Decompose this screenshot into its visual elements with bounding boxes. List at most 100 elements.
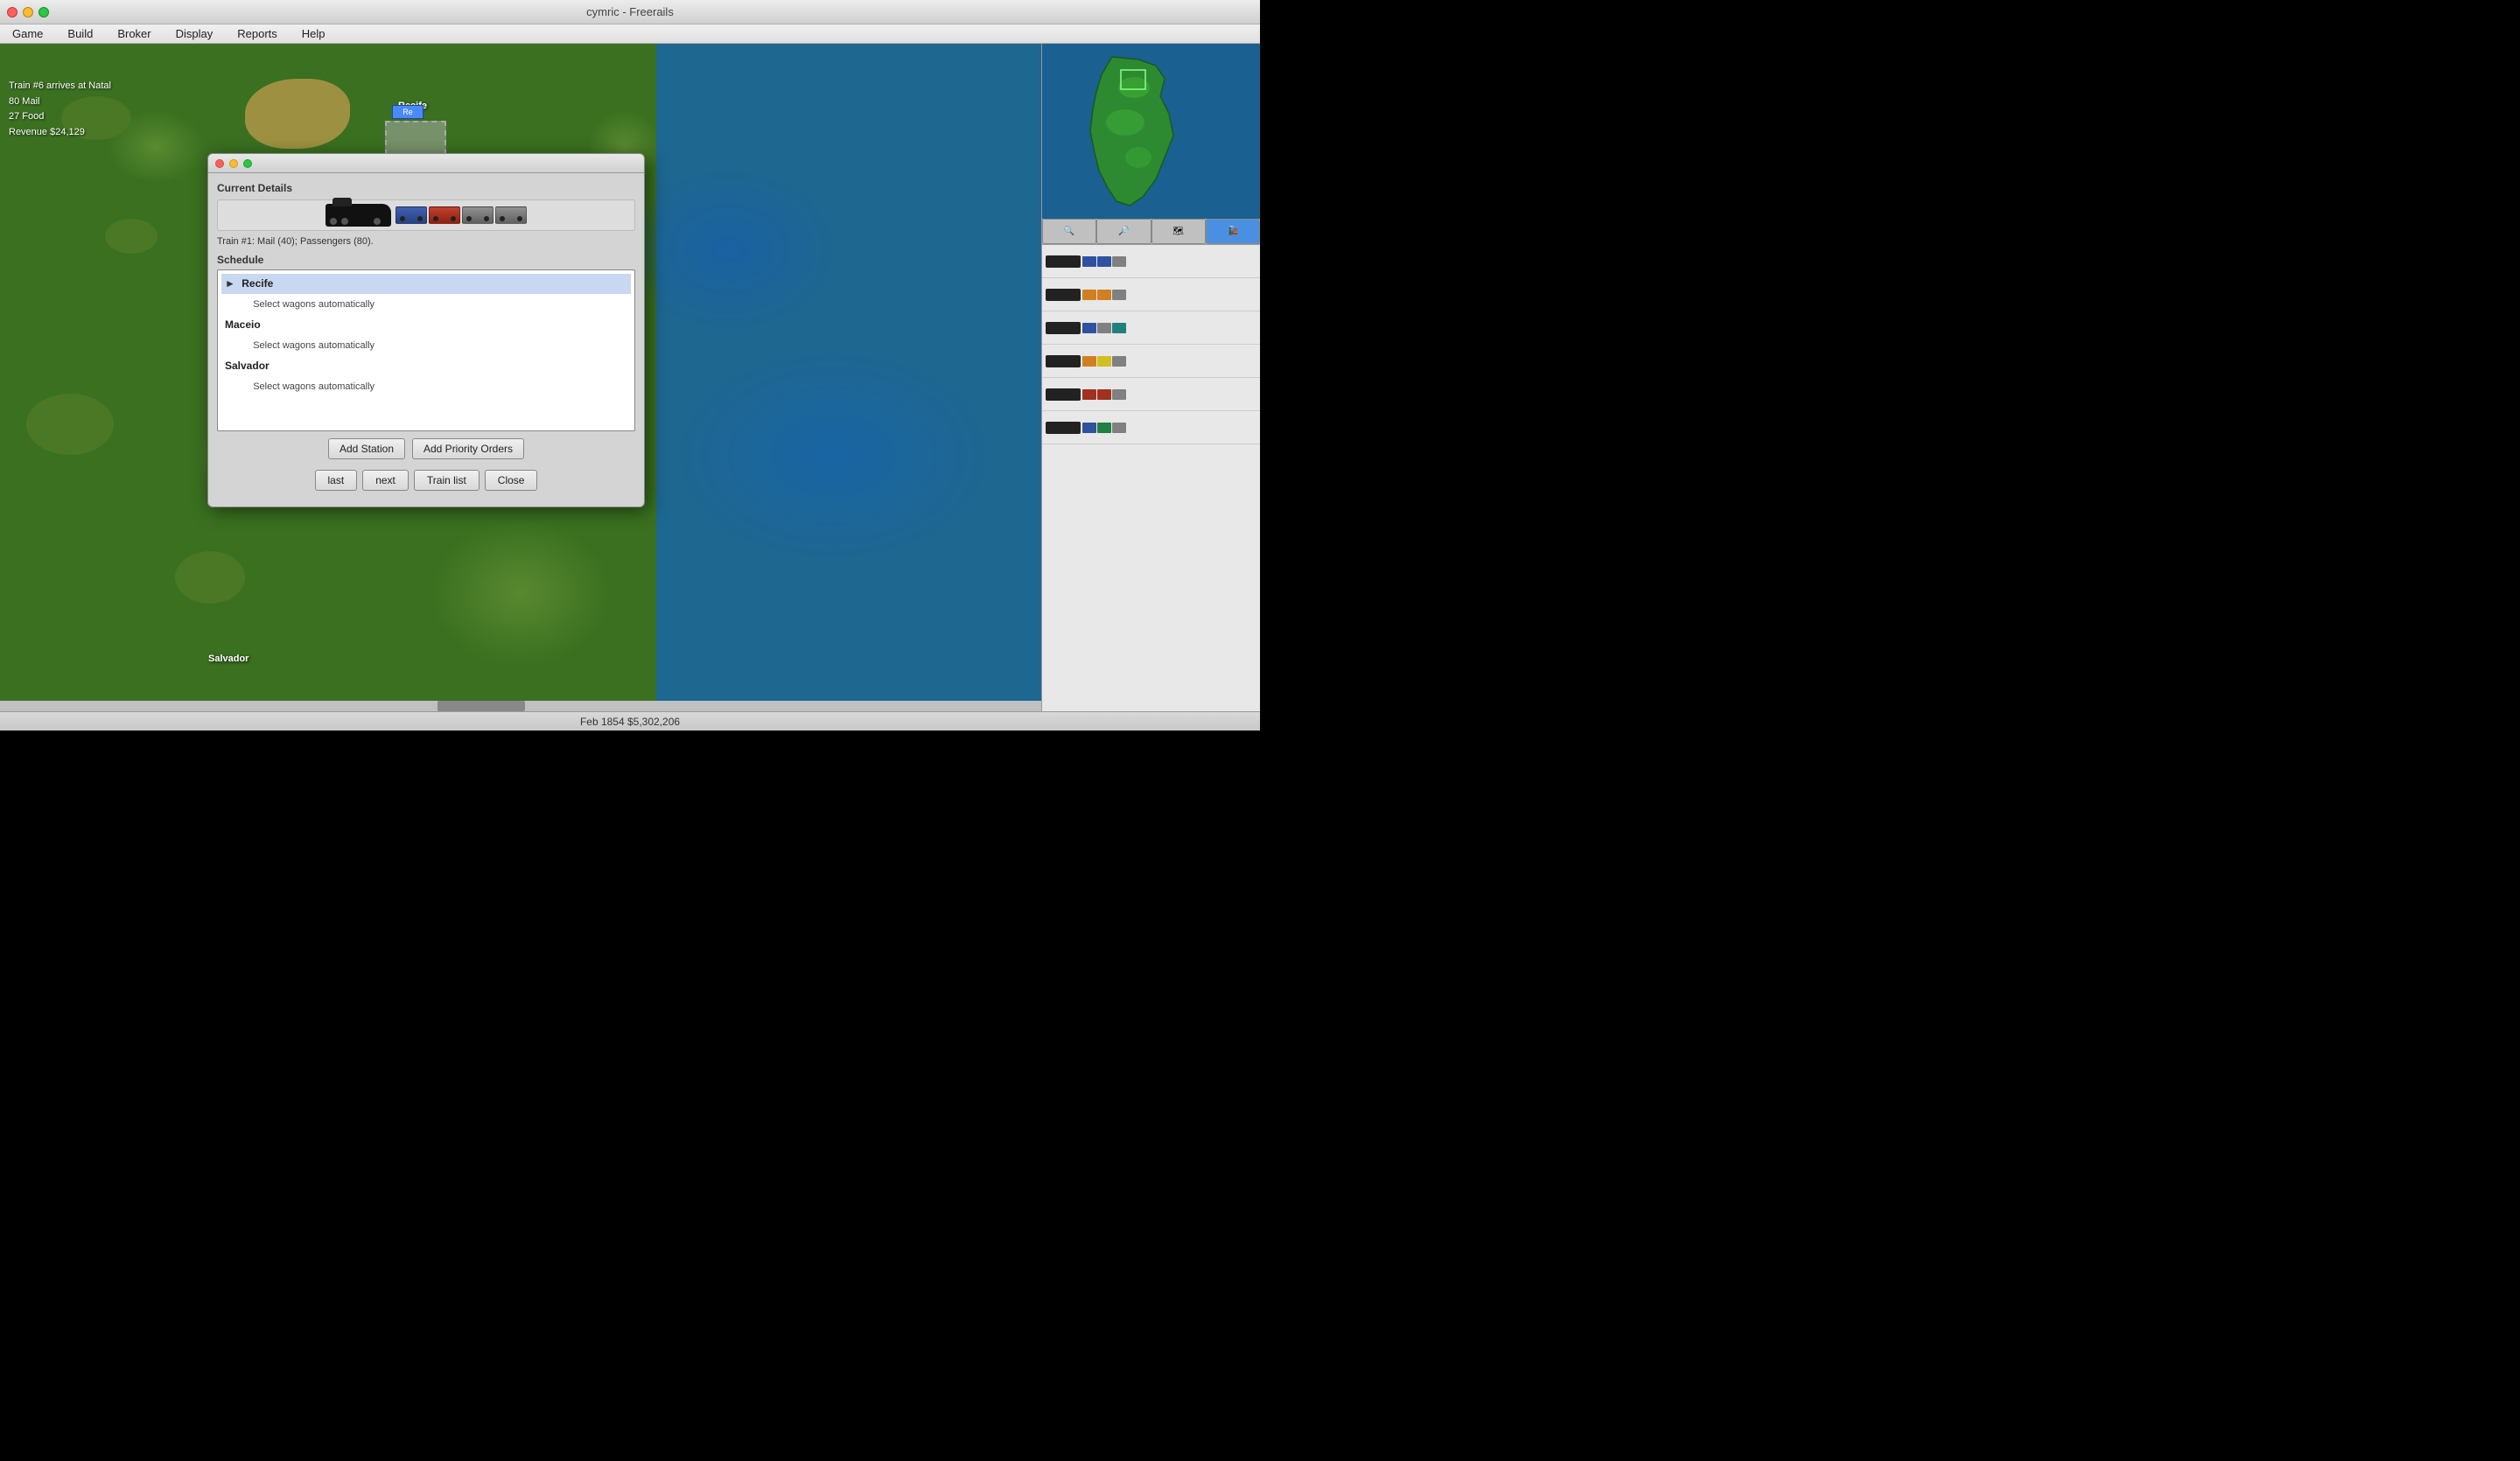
- train-description: Train #1: Mail (40); Passengers (80).: [217, 236, 635, 247]
- train-wagon: [1082, 389, 1096, 400]
- view-controls: 🔍 🔎 🗺 🚂: [1042, 219, 1260, 245]
- train-wagon: [1082, 290, 1096, 300]
- train-list-row[interactable]: [1042, 245, 1260, 278]
- train-details-dialog[interactable]: Current Details: [207, 153, 645, 507]
- schedule-order-text: Select wagons automatically: [225, 340, 374, 351]
- menu-help[interactable]: Help: [297, 25, 331, 42]
- train-wagon: [1112, 290, 1126, 300]
- schedule-arrow: ►: [225, 276, 235, 292]
- notification-line-3: 27 Food: [9, 109, 111, 125]
- wagon-gray-2: [495, 206, 527, 224]
- menu-reports[interactable]: Reports: [232, 25, 283, 42]
- notification-line-1: Train #6 arrives at Natal: [9, 79, 111, 94]
- last-button[interactable]: last: [315, 470, 358, 491]
- train-list-row[interactable]: [1042, 311, 1260, 345]
- schedule-section: Schedule ► Recife Select wagons automati…: [217, 254, 635, 431]
- add-station-button[interactable]: Add Station: [328, 438, 405, 459]
- train-wagon: [1082, 323, 1096, 333]
- train-wagon: [1112, 356, 1126, 367]
- train-wagon: [1082, 423, 1096, 433]
- horizontal-scrollbar[interactable]: [0, 701, 1041, 711]
- status-text: Feb 1854 $5,302,206: [580, 716, 680, 728]
- train-engine: [1046, 322, 1081, 334]
- dialog-min-button[interactable]: [229, 159, 238, 168]
- schedule-station-name: Recife: [242, 277, 273, 290]
- schedule-item-salvador[interactable]: Salvador: [221, 356, 631, 376]
- menu-build[interactable]: Build: [62, 25, 98, 42]
- wagon-blue: [396, 206, 427, 224]
- train-wagon: [1097, 423, 1111, 433]
- dialog-content: Current Details: [208, 173, 644, 507]
- titlebar: cymric - Freerails: [0, 0, 1260, 24]
- view-btn-4[interactable]: 🚂: [1206, 219, 1260, 244]
- schedule-order-recife[interactable]: Select wagons automatically: [221, 294, 631, 315]
- menu-game[interactable]: Game: [7, 25, 48, 42]
- schedule-station-name: Maceio: [225, 318, 261, 331]
- menu-display[interactable]: Display: [171, 25, 219, 42]
- add-priority-orders-button[interactable]: Add Priority Orders: [412, 438, 524, 459]
- train-list-row[interactable]: [1042, 345, 1260, 378]
- window-title: cymric - Freerails: [586, 5, 674, 18]
- train-wagon: [1112, 323, 1126, 333]
- current-details-label: Current Details: [217, 182, 635, 194]
- nav-buttons: last next Train list Close: [217, 466, 635, 498]
- schedule-item-maceio[interactable]: Maceio: [221, 315, 631, 335]
- train-engine: [1046, 355, 1081, 367]
- train-list-row[interactable]: [1042, 378, 1260, 411]
- current-details-section: Current Details: [217, 182, 635, 247]
- wagon-gray-1: [462, 206, 494, 224]
- dialog-titlebar: [208, 154, 644, 173]
- notification-line-4: Revenue $24,129: [9, 125, 111, 141]
- view-btn-1[interactable]: 🔍: [1042, 219, 1096, 244]
- wagon-red: [429, 206, 460, 224]
- train-illustration: [217, 199, 635, 231]
- schedule-station-name: Salvador: [225, 360, 270, 372]
- recife-station-marker: Re: [392, 105, 424, 119]
- train-list-row[interactable]: [1042, 411, 1260, 444]
- notification-line-2: 80 Mail: [9, 94, 111, 110]
- schedule-order-text: Select wagons automatically: [225, 299, 374, 310]
- view-btn-2[interactable]: 🔎: [1096, 219, 1151, 244]
- view-btn-3[interactable]: 🗺: [1152, 219, 1206, 244]
- window-controls: [7, 7, 49, 17]
- schedule-order-salvador[interactable]: Select wagons automatically: [221, 376, 631, 397]
- train-wagon: [1112, 423, 1126, 433]
- dialog-max-button[interactable]: [243, 159, 252, 168]
- right-panel: 🔍 🔎 🗺 🚂: [1041, 44, 1260, 730]
- game-notification: Train #6 arrives at Natal 80 Mail 27 Foo…: [9, 79, 111, 140]
- train-wagon: [1082, 256, 1096, 267]
- train-engine: [1046, 289, 1081, 301]
- schedule-order-text: Select wagons automatically: [225, 381, 374, 392]
- schedule-label: Schedule: [217, 254, 635, 266]
- minimap-svg: [1060, 52, 1200, 210]
- train-wagon: [1097, 256, 1111, 267]
- scrollbar-thumb[interactable]: [438, 701, 525, 711]
- train-wagon: [1097, 356, 1111, 367]
- train-engine: [1046, 255, 1081, 268]
- train-engine: [1046, 388, 1081, 401]
- train-wagon: [1112, 389, 1126, 400]
- train-list-row[interactable]: [1042, 278, 1260, 311]
- train-engine: [1046, 422, 1081, 434]
- close-button[interactable]: Close: [485, 470, 538, 491]
- train-list-button[interactable]: Train list: [414, 470, 480, 491]
- train-wagon: [1097, 290, 1111, 300]
- train-wagon: [1097, 389, 1111, 400]
- train-wagon: [1082, 356, 1096, 367]
- train-wagon: [1112, 256, 1126, 267]
- locomotive-body: [326, 204, 391, 227]
- next-button[interactable]: next: [362, 470, 409, 491]
- menubar: Game Build Broker Display Reports Help: [0, 24, 1260, 44]
- maximize-button[interactable]: [38, 7, 49, 17]
- schedule-buttons: Add Station Add Priority Orders: [217, 438, 635, 459]
- schedule-list[interactable]: ► Recife Select wagons automatically Mac…: [217, 269, 635, 431]
- city-salvador: Salvador: [208, 654, 248, 664]
- minimize-button[interactable]: [23, 7, 33, 17]
- minimap: [1042, 44, 1260, 219]
- schedule-item-recife[interactable]: ► Recife: [221, 274, 631, 294]
- dialog-close-button[interactable]: [215, 159, 224, 168]
- menu-broker[interactable]: Broker: [112, 25, 156, 42]
- train-list-panel[interactable]: [1042, 245, 1260, 730]
- close-button[interactable]: [7, 7, 18, 17]
- schedule-order-maceio[interactable]: Select wagons automatically: [221, 335, 631, 356]
